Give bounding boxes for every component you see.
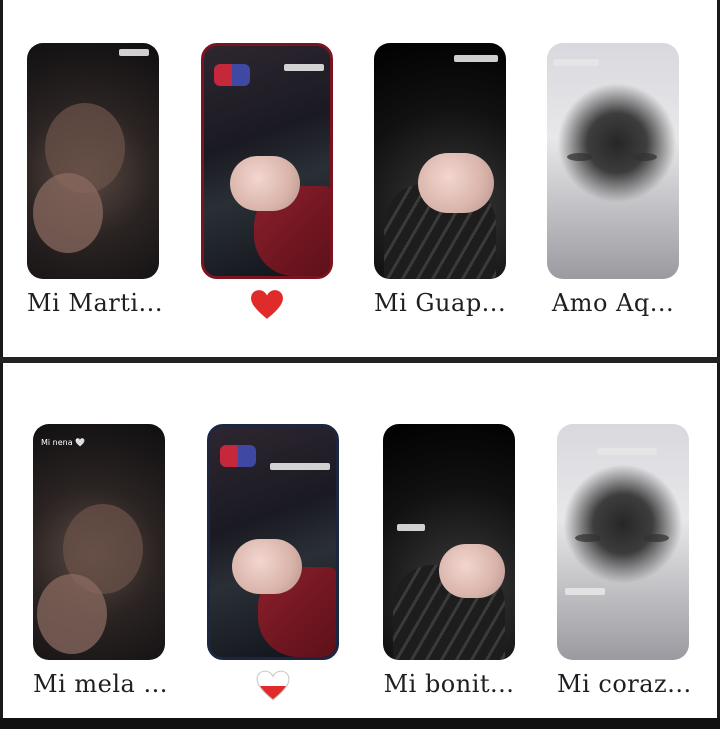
sticker: [565, 588, 605, 595]
highlight-cover[interactable]: [383, 424, 515, 660]
eye-shape: [567, 153, 593, 161]
red-heart-icon: [251, 290, 283, 319]
highlight-title: Amo Aq...: [551, 289, 675, 317]
highlight-item[interactable]: Mi nena 🤍 Mi mela ...: [33, 424, 168, 698]
highlight-item[interactable]: [207, 424, 339, 708]
highlight-title: Mi Guap...: [374, 289, 507, 317]
eye-shape: [643, 534, 669, 542]
highlight-item[interactable]: Mi Guap...: [374, 43, 506, 317]
hand-shape: [439, 544, 505, 598]
shadow-shape: [563, 464, 683, 584]
sticker: [119, 49, 149, 56]
highlights-panel-top: Mi Marti... Mi Guap... Amo Aq...: [3, 0, 717, 357]
eye-shape: [575, 534, 601, 542]
highlight-cover[interactable]: [374, 43, 506, 279]
face-shape: [33, 173, 103, 253]
highlight-item[interactable]: Mi Marti...: [27, 43, 163, 317]
story-text: Mi nena 🤍: [41, 438, 86, 447]
sticker: [553, 59, 599, 66]
highlight-title: Mi mela ...: [33, 670, 168, 698]
highlight-cover[interactable]: [27, 43, 159, 279]
heart-emoji-label: [207, 670, 339, 708]
highlight-cover[interactable]: [207, 424, 339, 660]
eye-shape: [631, 153, 657, 161]
heart-emoji-label: [201, 289, 333, 327]
flag-sticker: [214, 64, 250, 86]
highlights-panel-bottom: Mi nena 🤍 Mi mela ... Mi bonit... Mi cor…: [3, 363, 717, 718]
highlight-cover[interactable]: Mi nena 🤍: [33, 424, 165, 660]
hand-shape: [232, 539, 302, 594]
hand-shape: [230, 156, 300, 211]
face-shape: [37, 574, 107, 654]
sticker: [397, 524, 425, 531]
highlight-title: Mi coraz...: [557, 670, 692, 698]
highlight-item[interactable]: Mi bonit...: [383, 424, 515, 698]
red-white-heart-icon: [256, 670, 290, 701]
sticker: [454, 55, 498, 62]
flag-sticker: [220, 445, 256, 467]
hand-shape: [418, 153, 494, 213]
highlight-title: Mi bonit...: [383, 670, 515, 698]
bottom-bar: [0, 718, 720, 729]
highlight-cover[interactable]: [201, 43, 333, 279]
highlight-item[interactable]: Mi coraz...: [557, 424, 692, 698]
highlight-item[interactable]: Amo Aq...: [547, 43, 679, 317]
highlight-cover[interactable]: [547, 43, 679, 279]
sticker: [284, 64, 324, 71]
sticker: [597, 448, 657, 455]
sticker: [270, 463, 330, 470]
highlight-item[interactable]: [201, 43, 333, 327]
shadow-shape: [557, 83, 677, 203]
highlight-cover[interactable]: [557, 424, 689, 660]
highlight-title: Mi Marti...: [27, 289, 163, 317]
